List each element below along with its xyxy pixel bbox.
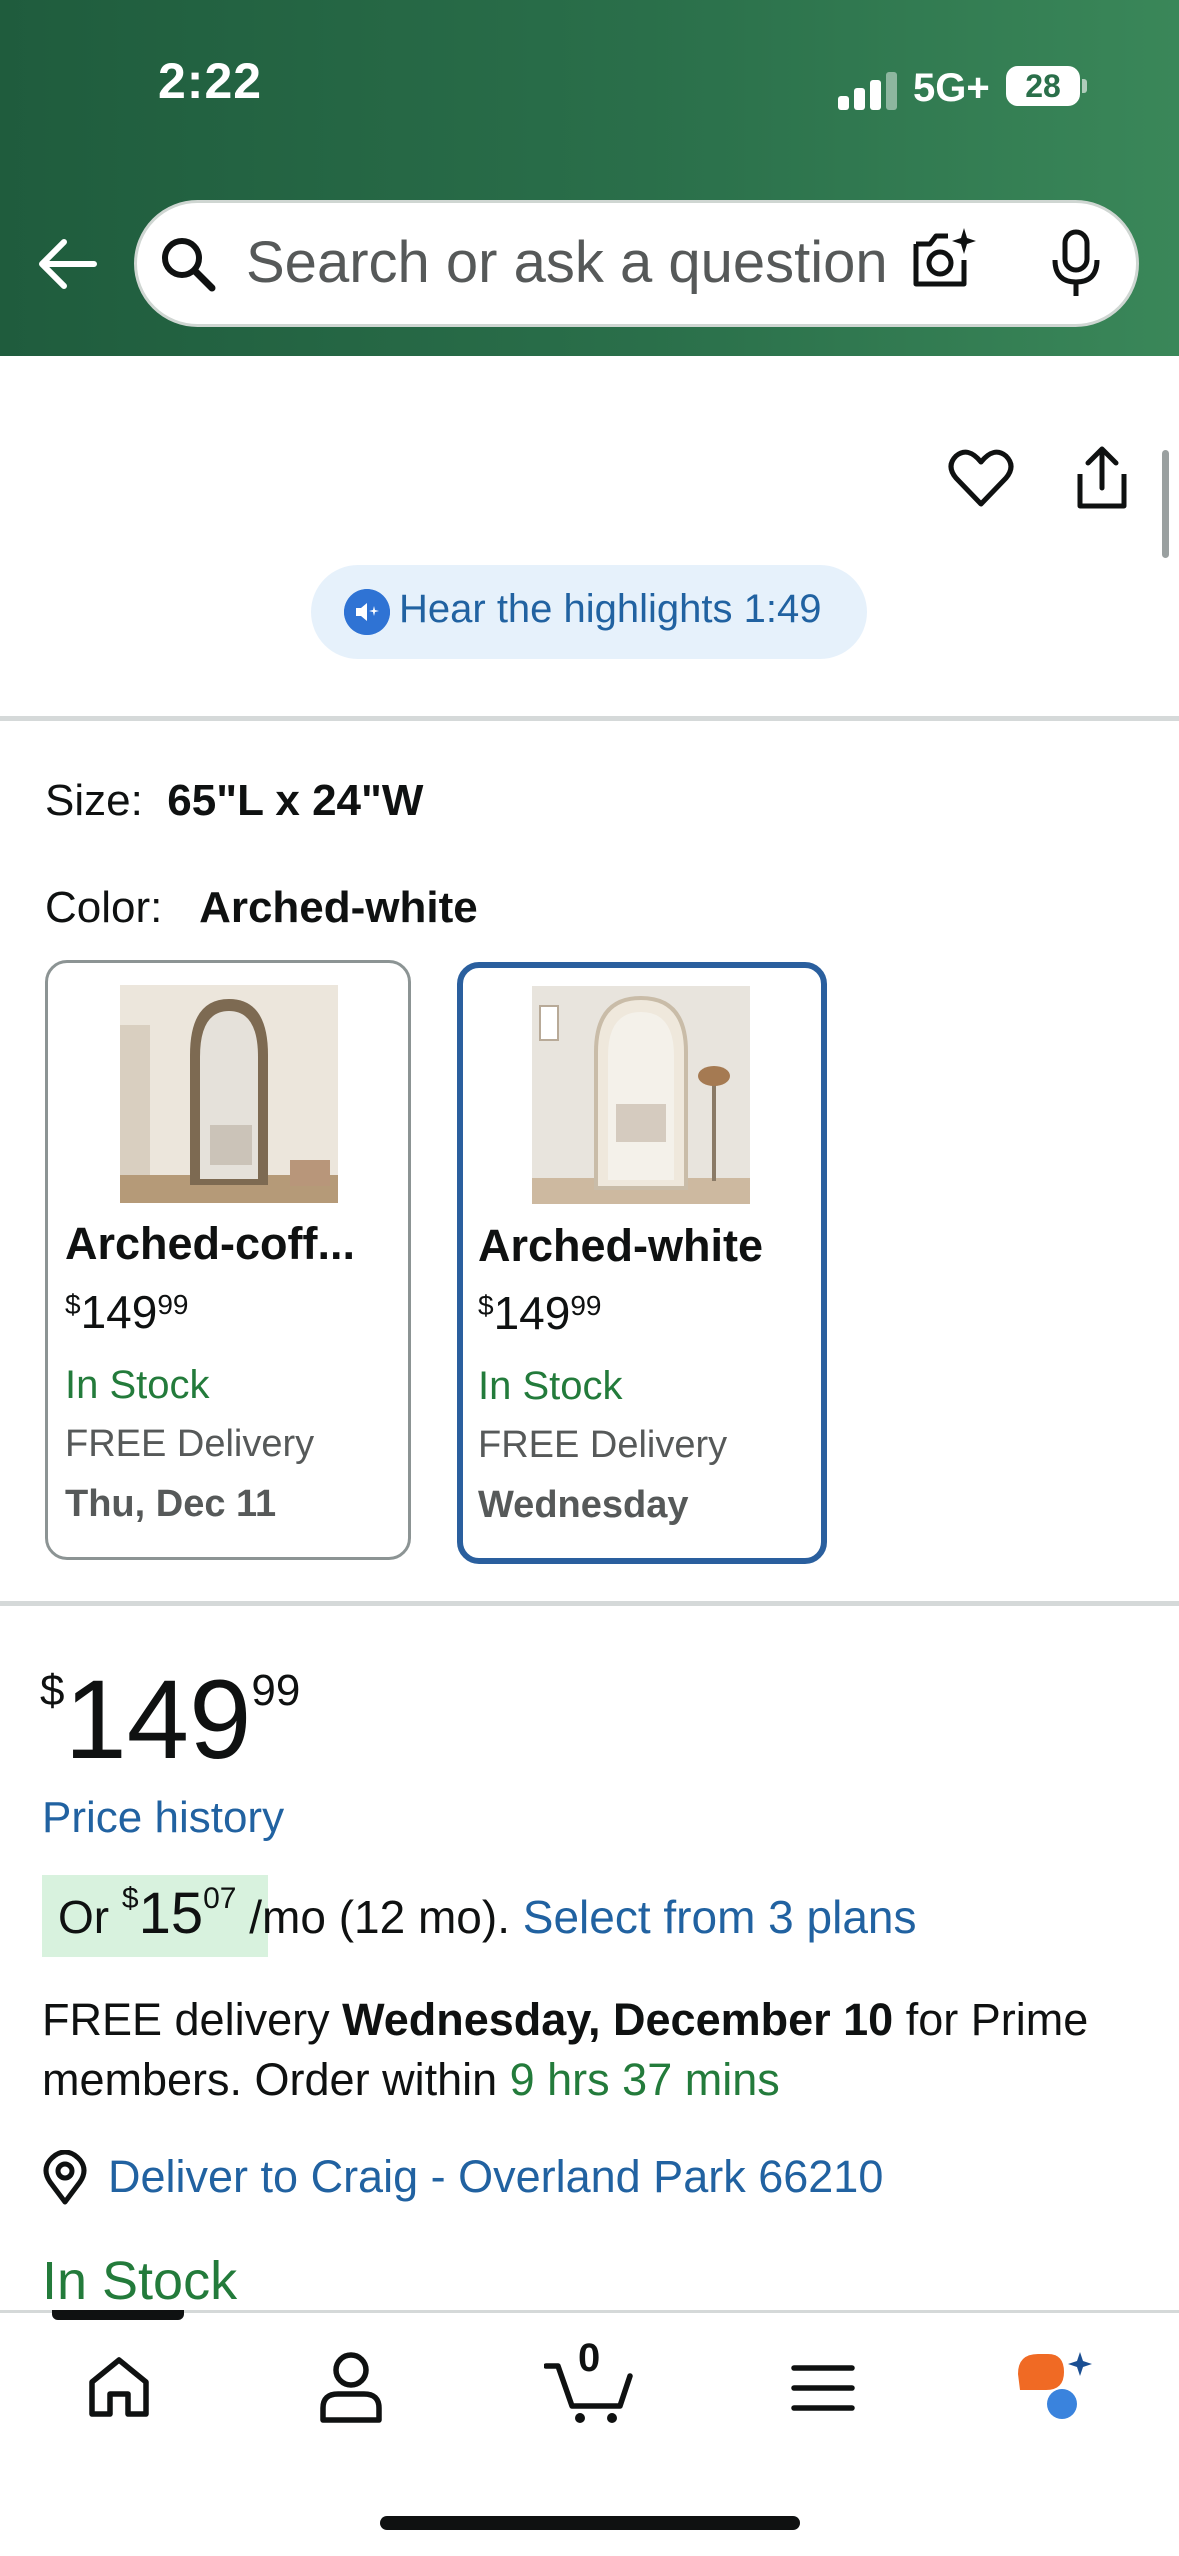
variation-price: $14999 — [478, 1287, 602, 1339]
home-icon[interactable] — [84, 2352, 154, 2422]
speaker-icon — [344, 589, 390, 635]
location-pin-icon — [43, 2150, 87, 2205]
section-divider — [0, 1601, 1179, 1606]
cart-count: 0 — [578, 2336, 601, 2380]
select-plans-link[interactable]: Select from 3 plans — [523, 1891, 917, 1943]
battery-indicator: 28 — [1006, 66, 1080, 106]
hear-highlights-button[interactable]: Hear the highlights 1:49 — [311, 565, 867, 659]
active-tab-indicator — [52, 2310, 184, 2320]
stock-status: In Stock — [42, 2251, 238, 2311]
color-row: Color: Arched-white — [45, 883, 478, 933]
size-value: 65"L x 24"W — [167, 776, 424, 825]
share-icon[interactable] — [1070, 444, 1134, 512]
signal-strength-icon — [838, 70, 898, 110]
rufus-assistant-icon[interactable] — [1014, 2348, 1094, 2428]
product-thumbnail-white — [532, 986, 750, 1204]
home-indicator — [380, 2516, 800, 2530]
order-countdown: 9 hrs 37 mins — [509, 2054, 780, 2105]
variation-price: $14999 — [65, 1286, 189, 1338]
color-value: Arched-white — [199, 883, 478, 932]
product-price: $14999 — [40, 1657, 301, 1782]
delivery-message: FREE delivery Wednesday, December 10 for… — [42, 1994, 1089, 2105]
variation-delivery-date: Wednesday — [478, 1484, 689, 1526]
hear-highlights-label: Hear the highlights 1:49 — [399, 587, 822, 631]
scrollbar[interactable] — [1162, 450, 1169, 558]
installment-row: Or $1507 /mo (12 mo). Select from 3 plan… — [58, 1881, 917, 1946]
camera-lens-icon[interactable] — [908, 224, 978, 294]
size-label: Size: — [45, 776, 143, 825]
variation-delivery: FREE Delivery — [478, 1424, 728, 1466]
profile-icon[interactable] — [318, 2350, 384, 2424]
microphone-icon[interactable] — [1048, 228, 1104, 300]
color-label: Color: — [45, 883, 163, 932]
heart-icon[interactable] — [948, 448, 1014, 508]
variation-name: Arched-white — [478, 1220, 764, 1271]
price-history-link[interactable]: Price history — [42, 1793, 284, 1843]
battery-tip — [1082, 79, 1087, 93]
variation-delivery-date: Thu, Dec 11 — [65, 1483, 277, 1525]
network-type: 5G+ — [913, 66, 990, 110]
product-thumbnail-coffee — [120, 985, 338, 1203]
variation-delivery: FREE Delivery — [65, 1423, 315, 1465]
variation-stock-status: In Stock — [65, 1363, 210, 1407]
search-icon — [162, 238, 216, 292]
size-row: Size: 65"L x 24"W — [45, 776, 423, 826]
deliver-to-link[interactable]: Deliver to Craig - Overland Park 66210 — [108, 2151, 883, 2203]
variation-stock-status: In Stock — [478, 1364, 623, 1408]
variation-card-arched-coffee[interactable]: Arched-coff... $14999 In Stock FREE Deli… — [45, 960, 411, 1560]
delivery-date: Wednesday, December 10 — [342, 1994, 894, 2045]
variation-name: Arched-coff... — [65, 1218, 356, 1269]
menu-icon[interactable] — [790, 2360, 856, 2416]
section-divider — [0, 716, 1179, 721]
back-arrow-icon[interactable] — [34, 236, 98, 292]
status-time: 2:22 — [158, 53, 263, 109]
search-input[interactable]: Search or ask a question — [246, 228, 926, 298]
variation-card-arched-white[interactable]: Arched-white $14999 In Stock FREE Delive… — [457, 962, 827, 1564]
